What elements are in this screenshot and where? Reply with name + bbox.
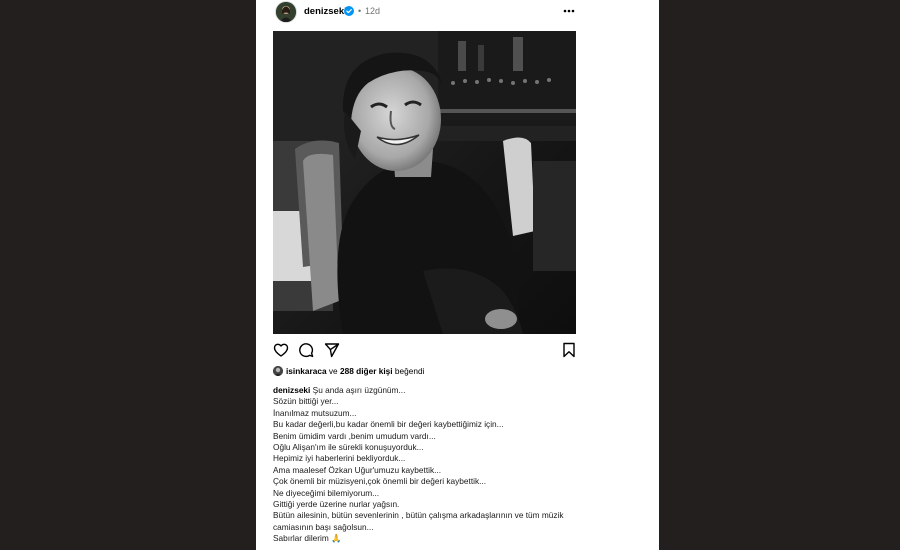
caption-line: Ama maalesef Özkan Uğur'umuzu kaybettik.… [273, 464, 442, 475]
post-caption: denizseki Şu anda aşırı üzgünüm... Sözün… [273, 385, 573, 545]
instagram-post: denizseki • 12d isinkaraca ve 288 diğer … [256, 0, 659, 550]
caption-line: Gittiği yerde üzerine nurlar yağsın. [273, 499, 400, 510]
caption-line: İnanılmaz mutsuzum... [273, 407, 357, 418]
liker-username[interactable]: isinkaraca [286, 366, 327, 376]
caption-line: Bütün ailesinin, bütün sevenlerinin , bü… [273, 510, 564, 532]
post-timestamp[interactable]: 12d [365, 6, 380, 16]
caption-line: Sözün bittiği yer... [273, 396, 339, 407]
caption-line: Oğlu Alişan'ım ile sürekli konuşuyorduk.… [273, 442, 424, 453]
comment-icon[interactable] [298, 342, 314, 358]
liker-avatar[interactable] [273, 366, 283, 376]
caption-line: Bu kadar değerli,bu kadar önemli bir değ… [273, 419, 504, 430]
caption-line: denizseki Şu anda aşırı üzgünüm... [273, 385, 573, 396]
caption-line: Sabırlar dilerim 🙏 [273, 533, 342, 544]
bookmark-icon[interactable] [561, 342, 577, 358]
header-separator: • [358, 6, 362, 16]
post-header: denizseki • 12d [256, 0, 659, 28]
likes-text: isinkaraca ve 288 diğer kişi beğendi [286, 366, 424, 376]
caption-line: Çok önemli bir müzisyeni,çok önemli bir … [273, 476, 487, 487]
caption-text: Şu anda aşırı üzgünüm... [312, 385, 406, 395]
caption-username[interactable]: denizseki [273, 385, 310, 395]
more-options-icon[interactable] [562, 4, 576, 18]
post-photo[interactable] [273, 31, 576, 334]
caption-line: Benim ümidim vardı ,benim umudum vardı..… [273, 430, 436, 441]
caption-line: Hepimiz iyi haberlerini bekliyorduk... [273, 453, 406, 464]
send-icon[interactable] [324, 342, 340, 358]
verified-badge-icon [344, 6, 354, 16]
profile-avatar[interactable] [276, 2, 296, 22]
likes-suffix: beğendi [394, 366, 425, 376]
heart-icon[interactable] [273, 342, 289, 358]
likes-others-link[interactable]: 288 diğer kişi [340, 366, 393, 376]
post-username[interactable]: denizseki [304, 6, 347, 17]
likes-connector: ve [328, 366, 338, 376]
caption-line: Ne diyeceğimi bilemiyorum... [273, 487, 380, 498]
